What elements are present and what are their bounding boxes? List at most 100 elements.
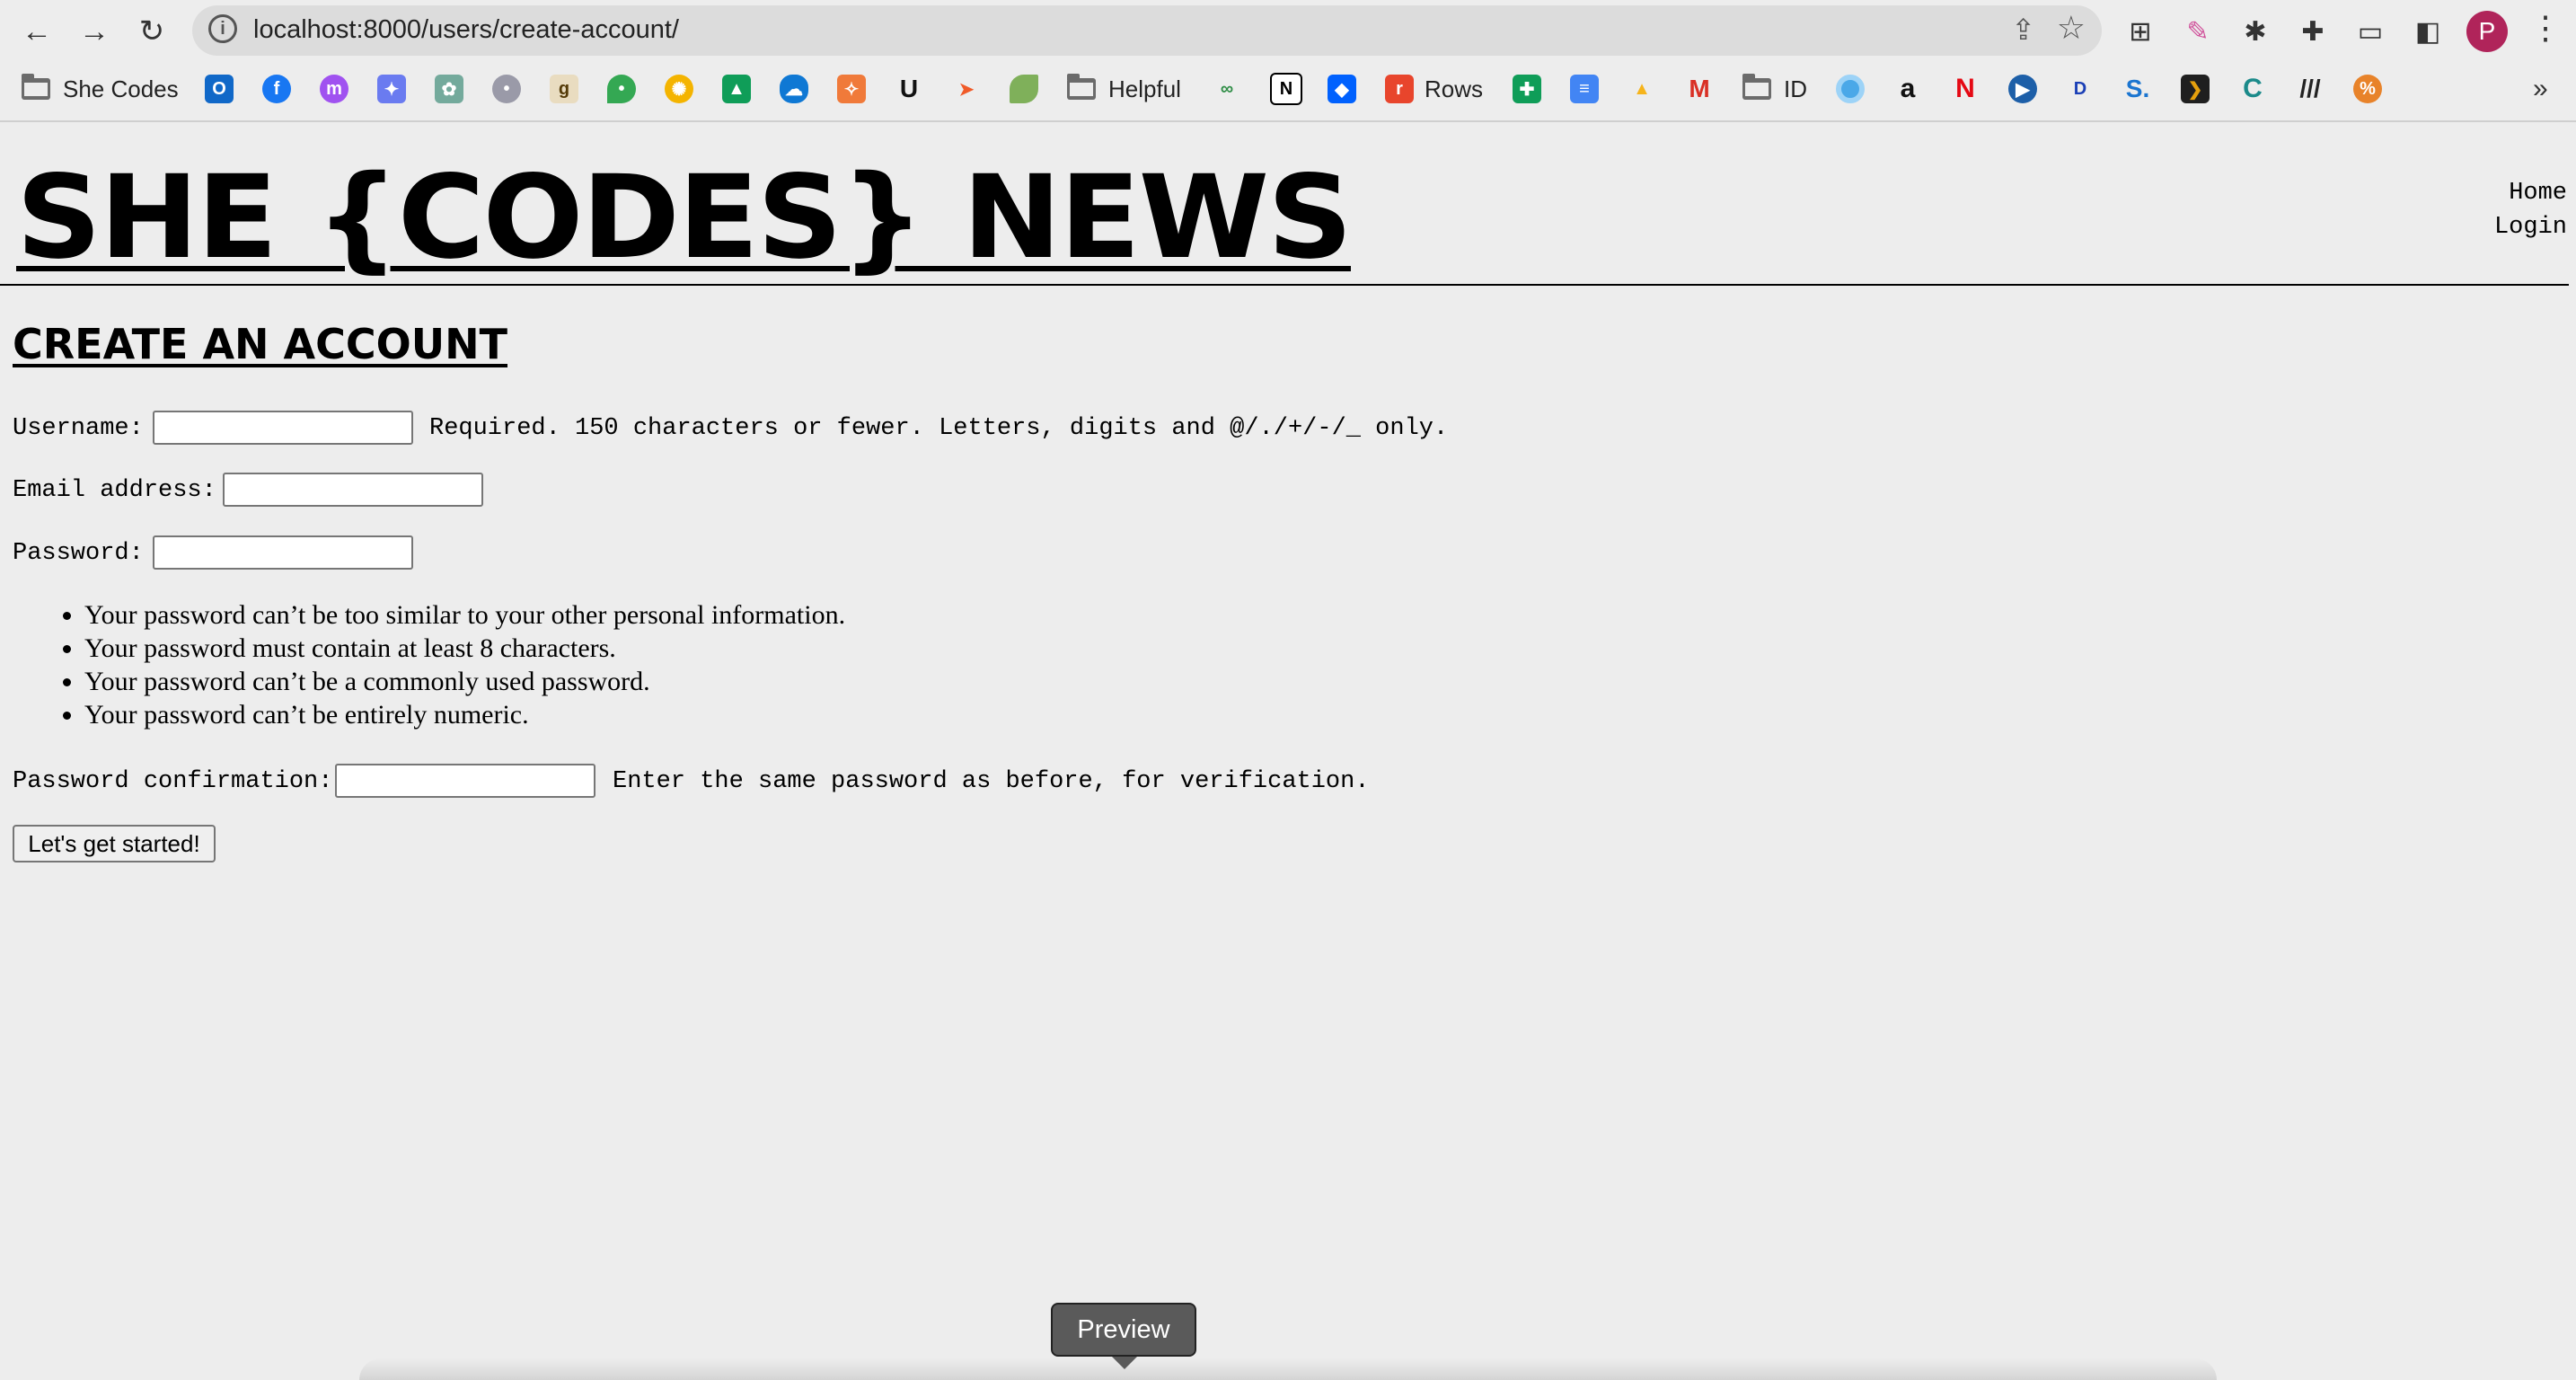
bookmark-gemini[interactable]: ✦ bbox=[377, 72, 406, 106]
site-title[interactable]: SHE {CODES} NEWS bbox=[16, 151, 1353, 285]
color-picker-icon[interactable]: ✎ bbox=[2177, 11, 2219, 52]
more-bookmarks-icon[interactable]: » bbox=[2533, 74, 2548, 104]
circle-icon bbox=[1836, 75, 1865, 103]
browser-chrome: ← → ↻ i localhost:8000/users/create-acco… bbox=[0, 0, 2576, 122]
rows-icon: r bbox=[1385, 75, 1414, 103]
bookmark-netflix[interactable]: N bbox=[1951, 72, 1980, 106]
puzzle-icon[interactable]: ✚ bbox=[2292, 11, 2333, 52]
dock-shadow bbox=[359, 1358, 2217, 1380]
menu-icon[interactable]: ⋮ bbox=[2529, 9, 2562, 47]
email-label: Email address: bbox=[13, 477, 216, 504]
bookmark-leaf[interactable] bbox=[1010, 72, 1038, 106]
password-confirmation-label: Password confirmation: bbox=[13, 768, 333, 795]
bookmark-u[interactable]: U bbox=[895, 72, 923, 106]
facebook-icon: f bbox=[262, 75, 291, 103]
sidebar-icon[interactable]: ◧ bbox=[2407, 11, 2448, 52]
site-info-icon[interactable]: i bbox=[208, 14, 237, 43]
email-input[interactable] bbox=[223, 473, 483, 507]
gmail-icon: M bbox=[1685, 75, 1714, 103]
password-confirmation-help: Enter the same password as before, for v… bbox=[613, 768, 1370, 795]
bookmark-a[interactable]: a bbox=[1893, 72, 1922, 106]
bookmark-mountain[interactable]: ▲ bbox=[1628, 72, 1656, 106]
forward-icon[interactable]: → bbox=[72, 9, 117, 54]
bookmark-orange[interactable]: % bbox=[2353, 72, 2382, 106]
sheets-icon: ✚ bbox=[1513, 75, 1541, 103]
leaf-icon bbox=[1010, 75, 1038, 103]
bookmark-send[interactable]: ➤ bbox=[952, 72, 981, 106]
outlook-icon: O bbox=[205, 75, 234, 103]
disc-icon: • bbox=[492, 75, 521, 103]
reload-icon[interactable]: ↻ bbox=[129, 9, 174, 54]
bookmark-rows[interactable]: r Rows bbox=[1385, 72, 1483, 106]
bookmark-geeks[interactable]: ∞ bbox=[1213, 72, 1241, 106]
goodreads-icon: g bbox=[550, 75, 578, 103]
sparkle-icon: ✦ bbox=[377, 75, 406, 103]
cast-icon[interactable]: ▭ bbox=[2350, 11, 2391, 52]
password-rules-list: Your password can’t be too similar to yo… bbox=[49, 598, 845, 731]
bookmark-app[interactable]: ✧ bbox=[837, 72, 866, 106]
bookmark-plex[interactable]: ❯ bbox=[2181, 72, 2210, 106]
plex-icon: ❯ bbox=[2181, 75, 2210, 103]
bookmark-photos[interactable]: ✺ bbox=[665, 72, 693, 106]
maps-pin-icon: • bbox=[607, 75, 636, 103]
preview-tooltip: Preview bbox=[1051, 1303, 1196, 1369]
bookmark-onedrive[interactable]: ☁ bbox=[780, 72, 808, 106]
bookmark-apple[interactable] bbox=[2411, 72, 2439, 106]
bookmark-disc[interactable]: • bbox=[492, 72, 521, 106]
messenger-icon: m bbox=[320, 75, 348, 103]
top-nav: Home Login bbox=[2494, 176, 2567, 244]
list-item: Your password must contain at least 8 ch… bbox=[84, 632, 845, 665]
bookmark-chatgpt[interactable]: ✿ bbox=[435, 72, 463, 106]
username-input[interactable] bbox=[153, 411, 413, 445]
password-input[interactable] bbox=[153, 535, 413, 570]
c-logo-icon: C bbox=[2238, 74, 2267, 103]
bookmark-she-codes[interactable]: She Codes bbox=[22, 72, 179, 106]
profile-avatar[interactable]: P bbox=[2466, 11, 2508, 52]
bookmark-helpful[interactable]: Helpful bbox=[1067, 72, 1181, 106]
bookmark-s[interactable]: S. bbox=[2123, 72, 2152, 106]
bookmark-messenger[interactable]: m bbox=[320, 72, 348, 106]
bookmark-slash[interactable]: /// bbox=[2296, 72, 2325, 106]
share-icon[interactable]: ⇪ bbox=[2011, 13, 2035, 47]
animal-icon: ✧ bbox=[837, 75, 866, 103]
bookmark-disney[interactable]: D bbox=[2066, 72, 2095, 106]
bookmark-dropbox[interactable]: ◆ bbox=[1328, 72, 1356, 106]
folder-icon bbox=[22, 74, 50, 100]
bookmark-circle[interactable] bbox=[1836, 72, 1865, 106]
bookmark-c[interactable]: C bbox=[2238, 72, 2267, 106]
bookmark-goodreads[interactable]: g bbox=[550, 72, 578, 106]
slash-icon: /// bbox=[2296, 75, 2325, 103]
nav-login-link[interactable]: Login bbox=[2494, 210, 2567, 244]
bookmark-play[interactable]: ▶ bbox=[2008, 72, 2037, 106]
back-icon[interactable]: ← bbox=[14, 9, 59, 54]
bookmark-notion[interactable]: N bbox=[1270, 72, 1302, 106]
header-divider bbox=[0, 284, 2569, 286]
docs-icon: ≡ bbox=[1570, 75, 1599, 103]
bookmark-id[interactable]: ID bbox=[1742, 72, 1807, 106]
bookmark-gmail[interactable]: M bbox=[1685, 72, 1714, 106]
apple-icon bbox=[2411, 75, 2439, 103]
cloud-icon: ☁ bbox=[780, 75, 808, 103]
password-confirmation-input[interactable] bbox=[335, 764, 595, 798]
submit-button[interactable]: Let's get started! bbox=[13, 825, 216, 862]
bookmark-sheets[interactable]: ✚ bbox=[1513, 72, 1541, 106]
extension-grid-icon[interactable]: ⊞ bbox=[2120, 11, 2161, 52]
password-label: Password: bbox=[13, 540, 144, 567]
address-bar[interactable]: i localhost:8000/users/create-account/ ⇪… bbox=[192, 5, 2102, 56]
bookmark-drive[interactable]: ▲ bbox=[722, 72, 751, 106]
a-logo-icon: a bbox=[1893, 74, 1922, 103]
bookmark-facebook[interactable]: f bbox=[262, 72, 291, 106]
s-logo-icon: S. bbox=[2123, 75, 2152, 103]
photos-icon: ✺ bbox=[665, 75, 693, 103]
nav-home-link[interactable]: Home bbox=[2494, 176, 2567, 210]
chatgpt-icon: ✿ bbox=[435, 75, 463, 103]
folder-icon bbox=[1067, 74, 1096, 100]
bookmark-maps[interactable]: • bbox=[607, 72, 636, 106]
notion-icon: N bbox=[1270, 73, 1302, 105]
bookmark-outlook[interactable]: O bbox=[205, 72, 234, 106]
mountain-icon: ▲ bbox=[1628, 75, 1656, 103]
bookmark-docs[interactable]: ≡ bbox=[1570, 72, 1599, 106]
url-text[interactable]: localhost:8000/users/create-account/ bbox=[253, 15, 679, 45]
bug-icon[interactable]: ✱ bbox=[2235, 11, 2276, 52]
bookmark-star-icon[interactable]: ☆ bbox=[2057, 9, 2086, 47]
